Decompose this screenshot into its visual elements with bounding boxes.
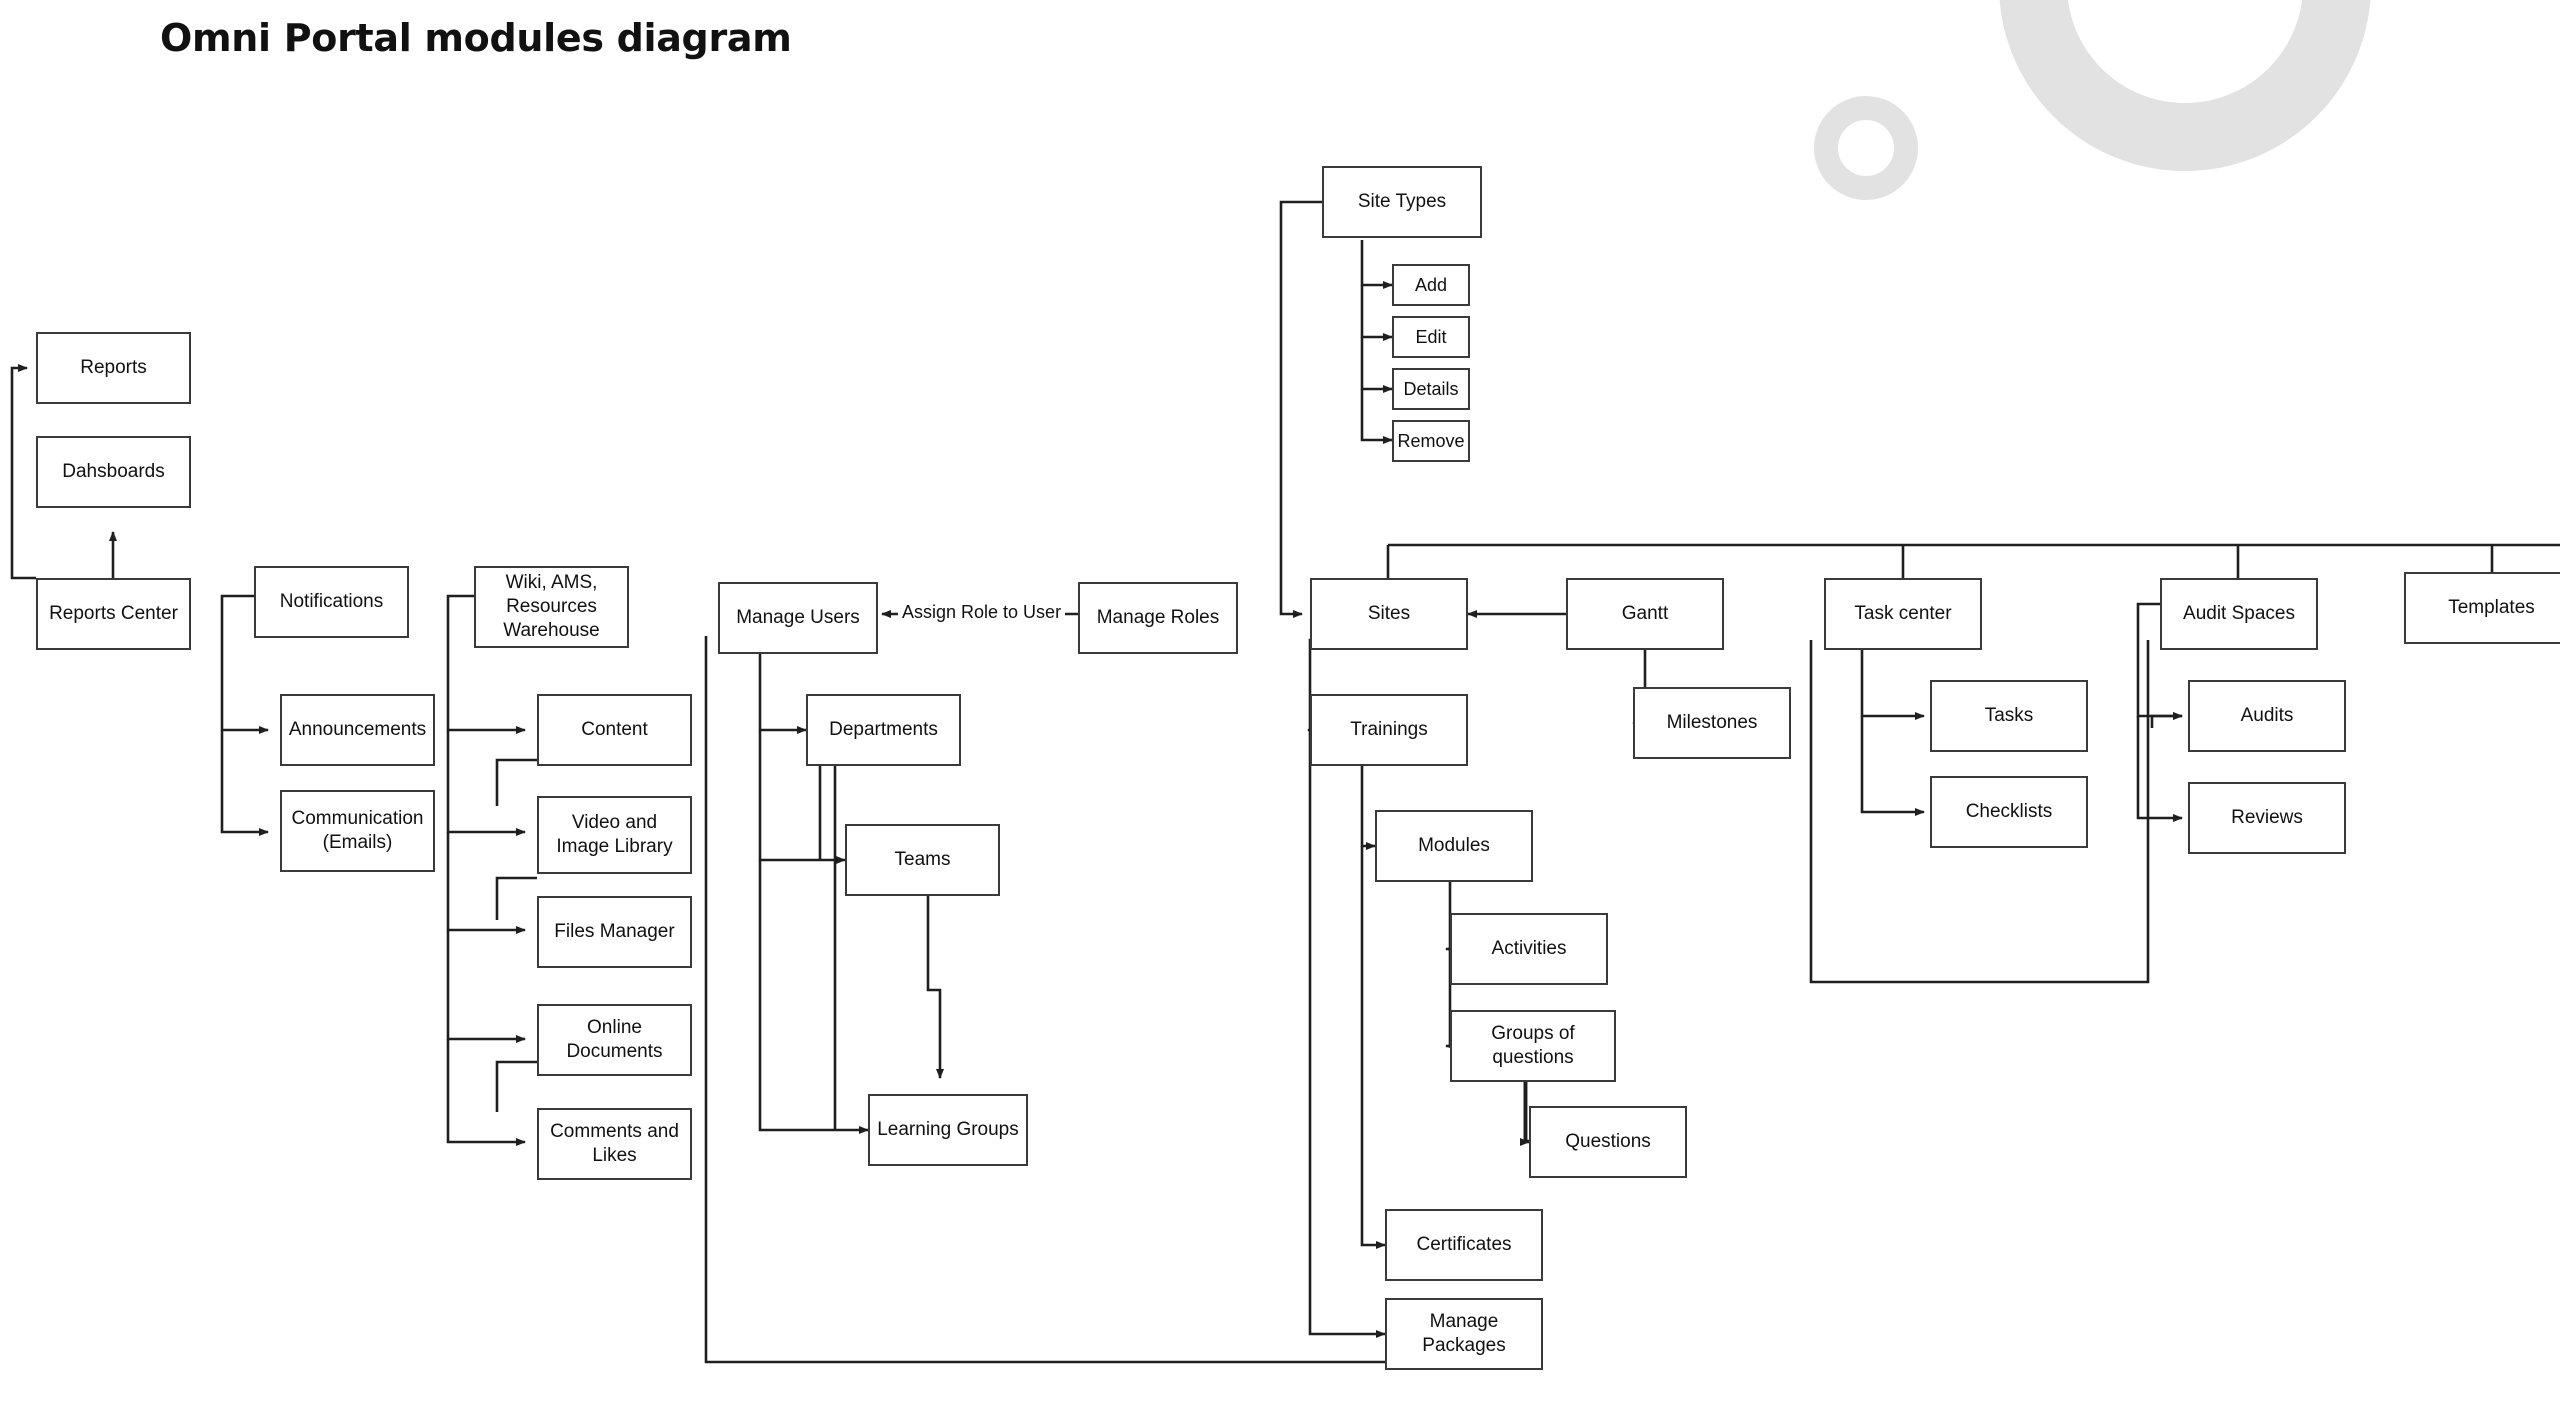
node-wiki-ams-resources-warehouse[interactable]: Wiki, AMS, Resources Warehouse — [474, 566, 629, 648]
node-label: Announcements — [288, 719, 427, 741]
node-label: Questions — [1565, 1131, 1651, 1153]
node-questions[interactable]: Questions — [1529, 1106, 1687, 1178]
node-label: Checklists — [1965, 801, 2053, 823]
page-title: Omni Portal modules diagram — [160, 16, 792, 60]
node-label: Video and Image Library — [556, 812, 673, 857]
node-label: Trainings — [1350, 719, 1428, 741]
node-gantt[interactable]: Gantt — [1566, 578, 1724, 650]
node-label: Reports Center — [49, 603, 178, 625]
node-label: Learning Groups — [877, 1119, 1019, 1141]
node-label: Departments — [829, 719, 938, 741]
edge-label-assign-role-to-user: Assign Role to User — [898, 602, 1066, 623]
node-tasks[interactable]: Tasks — [1930, 680, 2088, 752]
node-comments-and-likes[interactable]: Comments and Likes — [537, 1108, 692, 1180]
node-manage-packages[interactable]: Manage Packages — [1385, 1298, 1543, 1370]
node-activities[interactable]: Activities — [1450, 913, 1608, 985]
node-reports-center[interactable]: Reports Center — [36, 578, 191, 650]
node-label: Reports — [80, 357, 147, 379]
node-label: Remove — [1397, 430, 1465, 451]
node-modules[interactable]: Modules — [1375, 810, 1533, 882]
node-label: Manage Users — [736, 607, 860, 629]
node-templates[interactable]: Templates — [2404, 572, 2560, 644]
node-label: Online Documents — [566, 1017, 663, 1062]
node-label: Groups of questions — [1491, 1023, 1575, 1068]
node-checklists[interactable]: Checklists — [1930, 776, 2088, 848]
node-label: Teams — [894, 849, 951, 871]
node-label: Sites — [1367, 603, 1411, 625]
node-label: Add — [1414, 274, 1448, 295]
node-label: Notifications — [279, 591, 384, 613]
node-trainings[interactable]: Trainings — [1310, 694, 1468, 766]
node-label: Wiki, AMS, Resources Warehouse — [503, 572, 600, 641]
node-label: Details — [1403, 378, 1459, 399]
node-teams[interactable]: Teams — [845, 824, 1000, 896]
node-departments[interactable]: Departments — [806, 694, 961, 766]
node-manage-users[interactable]: Manage Users — [718, 582, 878, 654]
node-reviews[interactable]: Reviews — [2188, 782, 2346, 854]
node-label: Audits — [2240, 705, 2294, 727]
node-dashboards[interactable]: Dahsboards — [36, 436, 191, 508]
node-audits[interactable]: Audits — [2188, 680, 2346, 752]
node-sites[interactable]: Sites — [1310, 578, 1468, 650]
node-label: Manage Packages — [1422, 1311, 1506, 1356]
node-label: Reviews — [2231, 807, 2303, 829]
node-announcements[interactable]: Announcements — [280, 694, 435, 766]
node-label: Site Types — [1357, 191, 1447, 213]
node-add[interactable]: Add — [1392, 264, 1470, 306]
node-label: Milestones — [1666, 712, 1758, 734]
node-label: Gantt — [1621, 603, 1669, 625]
diagram-canvas: Omni Portal modules diagram Reports Dahs… — [0, 0, 2560, 1426]
node-details[interactable]: Details — [1392, 368, 1470, 410]
node-remove[interactable]: Remove — [1392, 420, 1470, 462]
node-site-types[interactable]: Site Types — [1322, 166, 1482, 238]
node-task-center[interactable]: Task center — [1824, 578, 1982, 650]
node-label: Manage Roles — [1096, 607, 1220, 629]
node-label: Tasks — [1984, 705, 2034, 727]
node-label: Task center — [1854, 603, 1952, 625]
node-label: Edit — [1415, 326, 1447, 347]
node-audit-spaces[interactable]: Audit Spaces — [2160, 578, 2318, 650]
node-groups-of-questions[interactable]: Groups of questions — [1450, 1010, 1616, 1082]
node-communication-emails[interactable]: Communication (Emails) — [280, 790, 435, 872]
node-label: Content — [581, 719, 648, 741]
node-files-manager[interactable]: Files Manager — [537, 896, 692, 968]
node-content[interactable]: Content — [537, 694, 692, 766]
node-manage-roles[interactable]: Manage Roles — [1078, 582, 1238, 654]
node-label: Templates — [2448, 597, 2535, 619]
node-milestones[interactable]: Milestones — [1633, 687, 1791, 759]
node-label: Certificates — [1416, 1234, 1512, 1256]
node-notifications[interactable]: Notifications — [254, 566, 409, 638]
node-video-and-image-library[interactable]: Video and Image Library — [537, 796, 692, 874]
node-certificates[interactable]: Certificates — [1385, 1209, 1543, 1281]
node-label: Communication (Emails) — [291, 808, 424, 853]
node-label: Audit Spaces — [2183, 603, 2295, 625]
node-label: Files Manager — [554, 921, 675, 943]
node-learning-groups[interactable]: Learning Groups — [868, 1094, 1028, 1166]
node-label: Activities — [1491, 938, 1567, 960]
node-edit[interactable]: Edit — [1392, 316, 1470, 358]
node-label: Modules — [1418, 835, 1490, 857]
node-reports[interactable]: Reports — [36, 332, 191, 404]
node-label: Dahsboards — [62, 461, 165, 483]
node-label: Comments and Likes — [550, 1121, 679, 1166]
node-online-documents[interactable]: Online Documents — [537, 1004, 692, 1076]
